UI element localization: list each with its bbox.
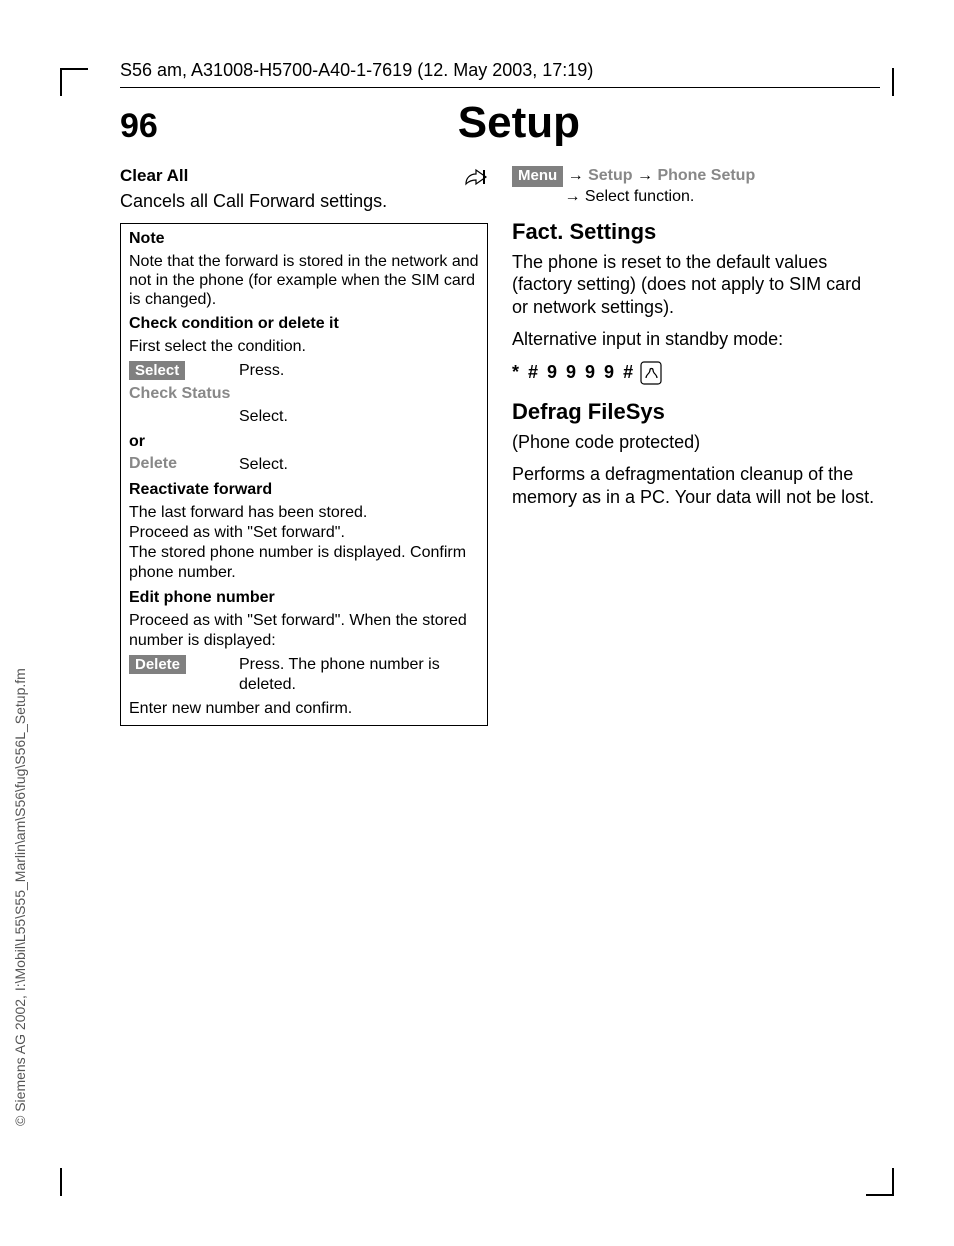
- reactivate-body: The last forward has been stored. Procee…: [129, 503, 479, 583]
- select-label-2: Select.: [239, 455, 288, 475]
- arrow-icon-2: →: [637, 167, 653, 184]
- crop-mark-tr: [892, 68, 894, 96]
- alt-input-label: Alternative input in standby mode:: [512, 328, 880, 351]
- setup-label: Setup: [588, 167, 632, 184]
- check-status-label: Check Status: [129, 385, 479, 403]
- clear-all-body: Cancels all Call Forward settings.: [120, 190, 488, 213]
- send-key-icon: [640, 361, 662, 385]
- crop-mark-br: [866, 1168, 894, 1196]
- reset-code: * # 9 9 9 9 #: [512, 362, 635, 383]
- delete-grey-label: Delete: [129, 455, 219, 473]
- crop-mark-tl: [60, 68, 88, 96]
- defrag-body: Performs a defragmentation cleanup of th…: [512, 463, 880, 508]
- file-header: S56 am, A31008-H5700-A40-1-7619 (12. May…: [120, 60, 880, 88]
- check-condition-title: Check condition or delete it: [129, 315, 479, 333]
- first-select-text: First select the condition.: [129, 337, 479, 357]
- select-function-label: Select function.: [585, 188, 694, 205]
- select-softkey: Select: [129, 361, 185, 380]
- page-number: 96: [120, 107, 158, 146]
- fact-settings-body: The phone is reset to the default values…: [512, 251, 880, 319]
- right-column: Menu → Setup → Phone Setup → Select func…: [512, 166, 880, 736]
- left-column: Clear All Cancels all Call Forward setti…: [120, 166, 488, 736]
- clear-all-heading: Clear All: [120, 166, 188, 186]
- page-title: Setup: [158, 98, 880, 148]
- enter-new-number: Enter new number and confirm.: [129, 699, 479, 719]
- delete-action-text: Press. The phone number is deleted.: [239, 655, 479, 695]
- edit-phone-body: Proceed as with "Set forward". When the …: [129, 611, 479, 651]
- call-forward-icon: [464, 168, 488, 188]
- delete-softkey: Delete: [129, 655, 186, 674]
- note-box: Note Note that the forward is stored in …: [120, 223, 488, 727]
- note-title: Note: [129, 230, 479, 248]
- reactivate-title: Reactivate forward: [129, 481, 479, 499]
- arrow-icon: →: [568, 167, 584, 184]
- copyright-sidebar: © Siemens AG 2002, I:\Mobil\L55\S55_Marl…: [12, 668, 28, 1126]
- menu-path: Menu → Setup → Phone Setup → Select func…: [512, 166, 880, 207]
- arrow-icon-3: →: [564, 188, 580, 205]
- press-label: Press.: [239, 361, 284, 381]
- defrag-heading: Defrag FileSys: [512, 399, 880, 425]
- select-label-1: Select.: [239, 407, 288, 427]
- defrag-sub: (Phone code protected): [512, 431, 880, 454]
- crop-mark-bl: [60, 1168, 62, 1196]
- fact-settings-heading: Fact. Settings: [512, 219, 880, 245]
- note-body: Note that the forward is stored in the n…: [129, 252, 479, 310]
- menu-softkey: Menu: [512, 166, 563, 187]
- phone-setup-label: Phone Setup: [657, 167, 755, 184]
- edit-phone-title: Edit phone number: [129, 589, 479, 607]
- or-label: or: [129, 433, 479, 451]
